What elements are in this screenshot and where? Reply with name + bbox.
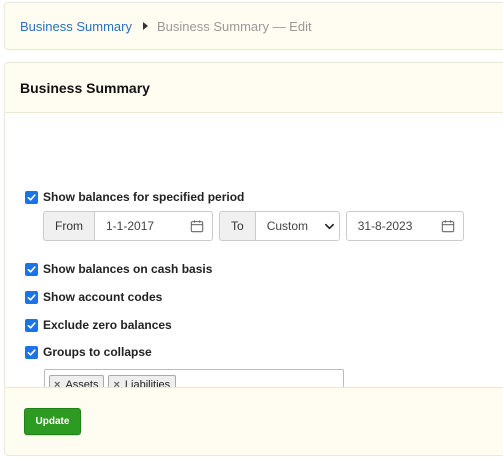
option-exclude-zero: Exclude zero balances	[25, 318, 172, 332]
checkmark-icon	[27, 321, 36, 329]
option-specified-period: Show balances for specified period	[25, 190, 244, 204]
to-period-select[interactable]: Custom	[255, 211, 340, 241]
checkbox-specified-period[interactable]	[25, 190, 38, 204]
chevron-down-icon	[324, 223, 334, 229]
option-account-codes: Show account codes	[25, 290, 162, 304]
breadcrumb: Business Summary Business Summary — Edit	[4, 2, 503, 50]
checkbox-cash-basis[interactable]	[25, 262, 38, 276]
checkbox-label: Groups to collapse	[43, 345, 152, 359]
checkmark-icon	[27, 193, 36, 201]
from-addon: From	[43, 211, 95, 241]
checkbox-label: Show account codes	[43, 290, 163, 304]
panel-body: Show balances for specified period From …	[5, 113, 503, 401]
checkbox-label: Show balances for specified period	[43, 190, 245, 204]
checkmark-icon	[27, 293, 36, 301]
period-row: From 1-1-2017 To Custom 31-8-2023	[43, 211, 464, 241]
breadcrumb-current: Business Summary — Edit	[156, 18, 312, 34]
panel-title: Business Summary	[5, 63, 503, 113]
to-date-input[interactable]: 31-8-2023	[345, 211, 464, 241]
to-addon: To	[219, 211, 256, 241]
checkbox-label: Exclude zero balances	[43, 318, 172, 332]
to-date-value: 31-8-2023	[357, 219, 413, 233]
update-button[interactable]: Update	[24, 408, 81, 435]
option-cash-basis: Show balances on cash basis	[25, 262, 212, 276]
panel-footer: Update	[5, 387, 503, 455]
checkbox-exclude-zero[interactable]	[25, 318, 38, 332]
report-panel: Business Summary Show balances for speci…	[4, 62, 503, 456]
option-groups-collapse: Groups to collapse	[25, 345, 152, 359]
calendar-icon[interactable]	[190, 219, 204, 233]
calendar-icon[interactable]	[441, 219, 455, 233]
checkbox-account-codes[interactable]	[25, 290, 38, 304]
from-date-value: 1-1-2017	[106, 219, 155, 233]
checkbox-label: Show balances on cash basis	[43, 262, 213, 276]
from-date-input[interactable]: 1-1-2017	[95, 211, 213, 241]
checkmark-icon	[27, 348, 36, 356]
checkmark-icon	[27, 265, 36, 273]
triangle-right-icon	[142, 22, 148, 30]
breadcrumb-link-business-summary[interactable]: Business Summary	[20, 19, 132, 34]
checkbox-groups-collapse[interactable]	[25, 345, 38, 359]
to-select-value: Custom	[266, 219, 309, 233]
